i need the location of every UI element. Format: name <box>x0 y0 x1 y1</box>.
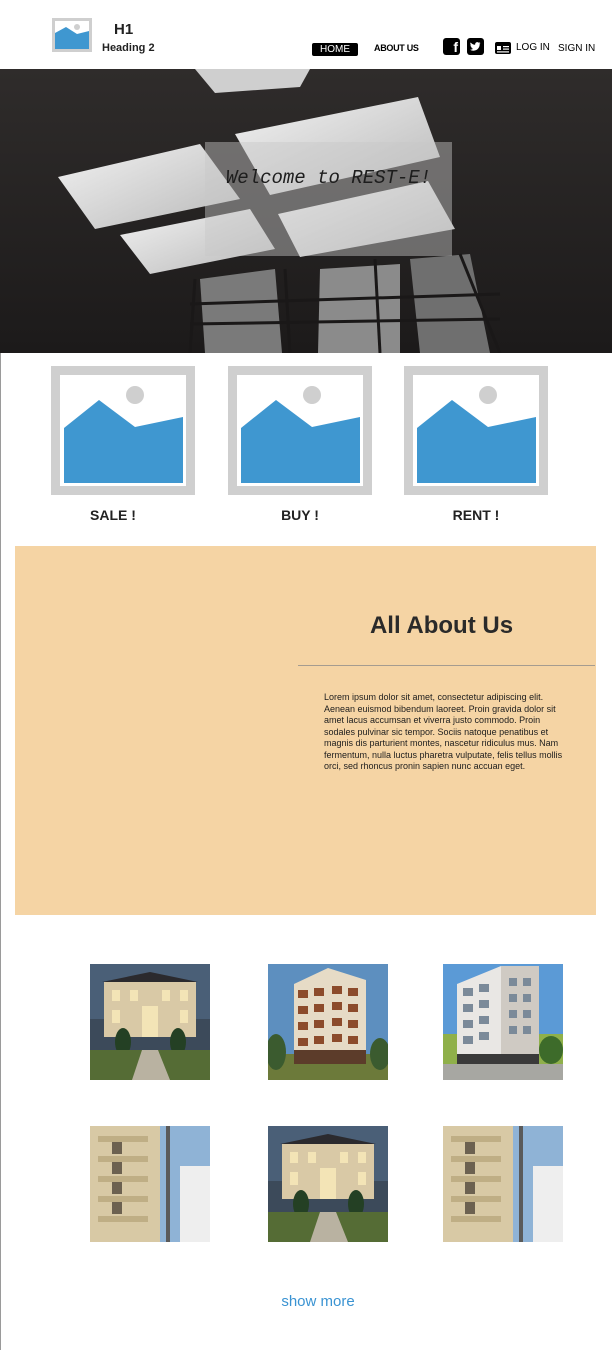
about-section: All About Us Lorem ipsum dolor sit amet,… <box>15 546 596 915</box>
about-title: All About Us <box>369 612 514 639</box>
apartment-photo[interactable] <box>443 964 563 1080</box>
villa-photo[interactable] <box>268 1126 388 1242</box>
hero-banner: Welcome to REST-E! <box>0 69 612 353</box>
villa-photo[interactable] <box>90 964 210 1080</box>
header: H1 Heading 2 HOME ABOUT US f LOG IN SIGN… <box>0 0 612 69</box>
sale-image-placeholder-icon[interactable] <box>51 366 195 495</box>
about-divider <box>298 665 595 666</box>
site-heading-2: Heading 2 <box>102 42 155 54</box>
rent-image-placeholder-icon[interactable] <box>404 366 548 495</box>
twitter-icon[interactable] <box>467 38 484 55</box>
nav-home-link[interactable]: HOME <box>312 43 358 56</box>
sale-label[interactable]: SALE ! <box>41 507 185 523</box>
tower-photo[interactable] <box>268 964 388 1080</box>
id-card-icon <box>495 42 511 54</box>
signin-link[interactable]: SIGN IN <box>558 43 595 54</box>
building-photo[interactable] <box>90 1126 210 1242</box>
login-link[interactable]: LOG IN <box>516 42 550 53</box>
about-body-text: Lorem ipsum dolor sit amet, consectetur … <box>324 692 563 771</box>
site-heading-1: H1 <box>114 21 134 38</box>
facebook-icon[interactable]: f <box>443 38 460 55</box>
nav-about-us-link[interactable]: ABOUT US <box>374 43 419 53</box>
buy-label[interactable]: BUY ! <box>228 507 372 523</box>
rent-label[interactable]: RENT ! <box>404 507 548 523</box>
buy-image-placeholder-icon[interactable] <box>228 366 372 495</box>
show-more-link[interactable]: show more <box>0 1293 612 1310</box>
building-photo[interactable] <box>443 1126 563 1242</box>
logo-image-placeholder-icon <box>52 18 92 52</box>
welcome-text: Welcome to REST-E! <box>225 167 432 189</box>
welcome-overlay: Welcome to REST-E! <box>205 142 452 256</box>
